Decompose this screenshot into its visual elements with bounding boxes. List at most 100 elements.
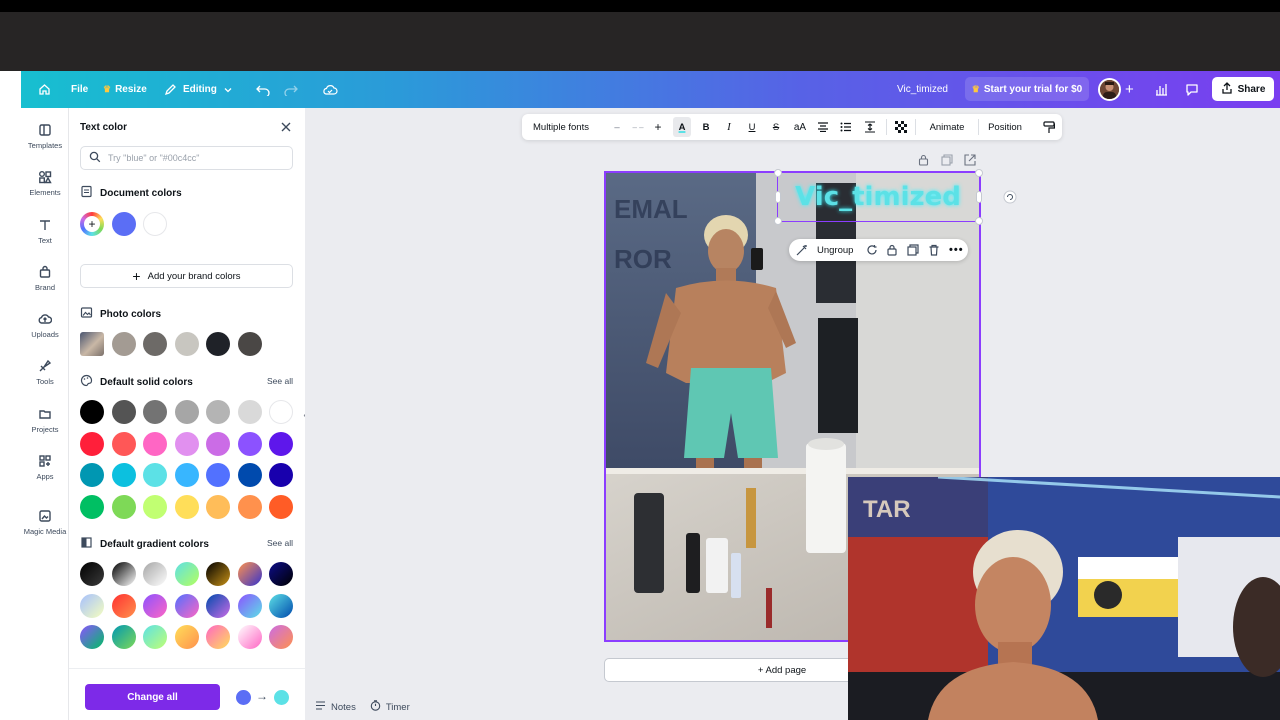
see-all-solid-link[interactable]: See all bbox=[267, 376, 293, 386]
gradient-color-swatch[interactable] bbox=[269, 593, 293, 618]
share-button[interactable]: Share bbox=[1212, 77, 1274, 101]
solid-color-swatch[interactable] bbox=[237, 463, 262, 487]
gradient-color-swatch[interactable] bbox=[269, 625, 293, 649]
solid-color-swatch[interactable] bbox=[80, 431, 104, 456]
trash-icon[interactable] bbox=[928, 244, 940, 259]
solid-color-swatch[interactable] bbox=[269, 400, 293, 424]
gradient-color-swatch[interactable] bbox=[80, 625, 104, 649]
resize-handle[interactable] bbox=[774, 217, 782, 225]
transparency-icon[interactable] bbox=[893, 114, 909, 140]
gradient-color-swatch[interactable] bbox=[143, 625, 167, 649]
rail-item-elements[interactable]: Elements bbox=[21, 170, 69, 197]
list-icon[interactable] bbox=[839, 114, 853, 140]
resize-handle[interactable] bbox=[775, 191, 781, 203]
document-title[interactable]: Vic_timized bbox=[897, 71, 948, 108]
photo-color-swatch[interactable] bbox=[206, 332, 230, 356]
rail-item-apps[interactable]: Apps bbox=[21, 454, 69, 481]
file-menu[interactable]: File bbox=[71, 71, 88, 108]
solid-color-swatch[interactable] bbox=[174, 431, 199, 456]
close-icon[interactable] bbox=[279, 120, 293, 134]
align-center-icon[interactable] bbox=[816, 114, 830, 140]
more-options-icon[interactable]: ••• bbox=[949, 239, 964, 261]
solid-color-swatch[interactable] bbox=[143, 400, 167, 424]
decrease-size-button[interactable]: – bbox=[611, 114, 623, 140]
copy-style-icon[interactable] bbox=[1041, 114, 1057, 140]
change-all-button[interactable]: Change all bbox=[85, 684, 220, 710]
comment-icon[interactable] bbox=[1185, 71, 1199, 108]
editing-dropdown[interactable]: Editing bbox=[164, 71, 233, 108]
undo-icon[interactable] bbox=[256, 71, 270, 108]
increase-size-button[interactable]: + bbox=[652, 114, 664, 140]
add-color-swatch[interactable]: + bbox=[80, 212, 104, 236]
gradient-color-swatch[interactable] bbox=[237, 625, 262, 649]
resize-handle[interactable] bbox=[975, 169, 983, 177]
photo-color-swatch[interactable] bbox=[237, 332, 262, 356]
text-element-selection[interactable]: Vic_timized bbox=[774, 169, 983, 225]
timer-button[interactable]: Timer bbox=[370, 700, 410, 714]
gradient-color-swatch[interactable] bbox=[174, 562, 199, 586]
solid-color-swatch[interactable] bbox=[143, 431, 167, 456]
gradient-color-swatch[interactable] bbox=[269, 562, 293, 586]
gradient-color-swatch[interactable] bbox=[206, 593, 230, 618]
export-page-icon[interactable] bbox=[964, 153, 976, 171]
gradient-color-swatch[interactable] bbox=[143, 593, 167, 618]
font-selector[interactable]: Multiple fonts bbox=[527, 114, 595, 140]
solid-color-swatch[interactable] bbox=[237, 400, 262, 424]
duplicate-page-icon[interactable] bbox=[941, 153, 953, 171]
notes-button[interactable]: Notes bbox=[315, 700, 356, 714]
rail-item-tools[interactable]: Tools bbox=[21, 359, 69, 386]
animate-button[interactable]: Animate bbox=[922, 114, 972, 140]
rail-item-uploads[interactable]: Uploads bbox=[21, 312, 69, 339]
gradient-color-swatch[interactable] bbox=[111, 593, 136, 618]
solid-color-swatch[interactable] bbox=[237, 494, 262, 519]
solid-color-swatch[interactable] bbox=[206, 494, 230, 519]
redo-icon[interactable] bbox=[284, 71, 298, 108]
solid-color-swatch[interactable] bbox=[143, 463, 167, 487]
gradient-color-swatch[interactable] bbox=[111, 625, 136, 649]
solid-color-swatch[interactable] bbox=[269, 431, 293, 456]
italic-icon[interactable]: I bbox=[722, 114, 736, 140]
solid-color-swatch[interactable] bbox=[206, 431, 230, 456]
rail-item-brand[interactable]: Brand bbox=[21, 265, 69, 292]
solid-color-swatch[interactable] bbox=[269, 494, 293, 519]
solid-color-swatch[interactable] bbox=[174, 494, 199, 519]
solid-color-swatch[interactable] bbox=[111, 494, 136, 519]
resize-handle[interactable] bbox=[975, 217, 983, 225]
solid-color-swatch[interactable] bbox=[206, 400, 230, 424]
gradient-color-swatch[interactable] bbox=[237, 593, 262, 618]
bold-icon[interactable]: B bbox=[699, 114, 713, 140]
add-brand-colors-button[interactable]: + Add your brand colors bbox=[80, 264, 293, 288]
ungroup-button[interactable]: Ungroup bbox=[817, 239, 853, 261]
gradient-color-swatch[interactable] bbox=[80, 593, 104, 618]
strikethrough-icon[interactable]: S bbox=[769, 114, 783, 140]
canvas-text-vic-timized[interactable]: Vic_timized bbox=[778, 173, 978, 220]
letter-case-icon[interactable]: aA bbox=[792, 114, 808, 140]
avatar[interactable] bbox=[1098, 78, 1121, 101]
spacing-icon[interactable] bbox=[863, 114, 877, 140]
solid-color-swatch[interactable] bbox=[174, 400, 199, 424]
refresh-icon[interactable] bbox=[866, 244, 878, 259]
solid-color-swatch[interactable] bbox=[80, 494, 104, 519]
rail-item-text[interactable]: Text bbox=[21, 218, 69, 245]
insights-icon[interactable] bbox=[1155, 71, 1168, 108]
rotate-icon[interactable] bbox=[1003, 190, 1017, 209]
rail-item-templates[interactable]: Templates bbox=[21, 123, 69, 150]
font-size-input[interactable]: – – bbox=[626, 114, 650, 140]
document-color-swatch[interactable] bbox=[111, 212, 136, 236]
solid-color-swatch[interactable] bbox=[80, 463, 104, 487]
position-button[interactable]: Position bbox=[983, 114, 1027, 140]
see-all-gradient-link[interactable]: See all bbox=[267, 538, 293, 548]
photo-color-swatch[interactable] bbox=[174, 332, 199, 356]
photo-color-swatch[interactable] bbox=[111, 332, 136, 356]
gradient-color-swatch[interactable] bbox=[111, 562, 136, 586]
gradient-color-swatch[interactable] bbox=[143, 562, 167, 586]
text-color-icon[interactable]: A bbox=[673, 117, 691, 137]
lock-icon[interactable] bbox=[886, 244, 898, 259]
underline-icon[interactable]: U bbox=[745, 114, 759, 140]
gradient-color-swatch[interactable] bbox=[174, 593, 199, 618]
document-color-swatch[interactable] bbox=[143, 212, 167, 236]
solid-color-swatch[interactable] bbox=[111, 463, 136, 487]
resize-handle[interactable] bbox=[976, 191, 982, 203]
photo-color-swatch[interactable] bbox=[143, 332, 167, 356]
resize-handle[interactable] bbox=[774, 169, 782, 177]
